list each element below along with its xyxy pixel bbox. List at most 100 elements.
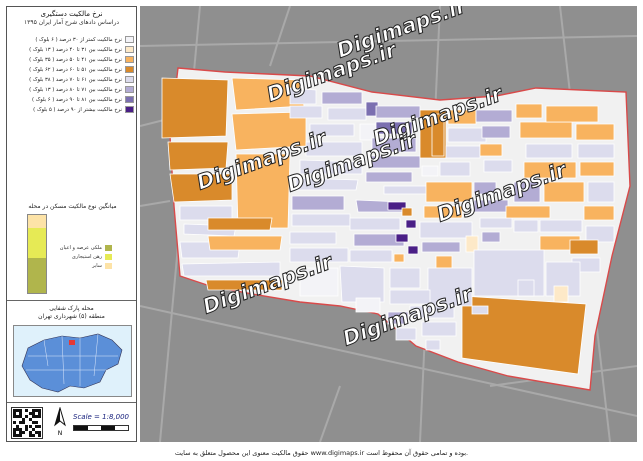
location-district: منطقه (۵) شهرداری تهران [38,313,105,320]
city-block [405,219,417,229]
legend-label: نرخ مالکیت بین ۴۱ تا ۵۰ درصد ( ۳۵ بلوک ) [29,56,122,63]
city-block [445,145,481,159]
legend-swatch [125,66,134,73]
north-arrow-icon: N [53,406,67,437]
legend-label: نرخ مالکیت بین ۷۱ تا ۸۰ درصد ( ۱۳ بلوک ) [29,86,122,93]
location-title: محله پارک شفایی منطقه (۵) شهرداری تهران [7,305,136,321]
location-name: محله پارک شفایی [49,305,94,312]
location-marker [69,340,75,345]
legend-label: نرخ مالکیت بین ۵۱ تا ۶۰ درصد ( ۶۲ بلوک ) [29,66,122,73]
city-block [407,245,419,255]
city-block [481,125,511,139]
city-block [393,253,405,263]
legend-item: نرخ مالکیت بیشتر از ۹۰ درصد ( ۵ بلوک ) [11,105,134,114]
city-block [291,213,351,227]
city-block [349,249,393,263]
location-inset-map [13,325,132,397]
legend-swatch [125,46,134,53]
chart-legend: ملکی عرصه و اعیان رهن استیجاری سایر [52,243,112,270]
city-block [583,205,615,221]
footer-copyright: حقوق مالکیت معنوی این محصول متعلق به سای… [174,449,469,457]
city-block [525,143,573,159]
legend-swatch [125,56,134,63]
city-block [519,121,573,139]
chart-legend-label: رهن استیجاری [71,253,102,260]
legend-item: نرخ مالکیت کمتر از ۳۰ درصد ( ۶ بلوک ) [11,35,134,44]
legend-swatch [125,36,134,43]
legend-swatch [125,86,134,93]
city-block [479,143,503,157]
city-block [289,231,337,245]
city-block [569,239,599,255]
city-block [401,207,413,217]
north-label: N [57,430,63,437]
legend-label: نرخ مالکیت بین ۳۱ تا ۴۰ درصد ( ۱۳ بلوک ) [29,46,122,53]
city-block [481,231,501,243]
legend-panel: نرخ مالکیت دستگیری دراساس دادهای شرح آما… [6,6,137,442]
chart-legend-label: ملکی عرصه و اعیان [59,244,102,251]
legend-item: نرخ مالکیت بین ۴۱ تا ۵۰ درصد ( ۳۵ بلوک ) [11,55,134,64]
city-block [577,143,615,159]
city-block [505,205,551,219]
divider [7,402,136,403]
city-block [207,235,283,251]
city-block [439,161,471,177]
city-block [421,241,461,253]
legend-label: نرخ مالکیت بیشتر از ۹۰ درصد ( ۵ بلوک ) [33,106,122,113]
city-block [545,105,599,123]
city-block [395,233,409,243]
city-block [553,285,569,303]
city-block [349,217,401,231]
city-block [587,181,615,203]
city-block [339,265,385,303]
city-block [321,91,363,105]
city-block [479,217,513,229]
legend-label: نرخ مالکیت بین ۶۱ تا ۷۰ درصد ( ۳۸ بلوک ) [29,76,122,83]
legend-swatch [125,96,134,103]
divider [7,300,136,301]
city-block [365,171,413,183]
chart-legend-swatch [105,253,112,260]
chart-title: میانگین نوع مالکیت مسکن در محله [28,203,117,210]
city-block [425,339,441,351]
city-block [517,279,535,297]
city-block [389,267,421,289]
city-block [161,77,229,139]
city-block [471,305,489,315]
city-block [289,105,323,119]
legend-title: نرخ مالکیت دستگیری [40,10,103,18]
city-block [579,161,615,177]
city-block [355,297,381,313]
city-block [513,219,539,233]
legend-item: نرخ مالکیت بین ۶۱ تا ۷۰ درصد ( ۳۸ بلوک ) [11,75,134,84]
scale-text: Scale = 1:8,000 [73,413,129,421]
qr-code [11,407,43,439]
city-block [575,123,615,141]
scale-bar [73,425,129,431]
city-block [327,107,367,121]
legend-item: نرخ مالکیت بین ۷۱ تا ۸۰ درصد ( ۱۳ بلوک ) [11,85,134,94]
main-map: Digimaps.ir Digimaps.ir Digimaps.ir Digimap… [140,6,637,442]
legend-swatch [125,76,134,83]
city-block [207,217,273,231]
legend-label: نرخ مالکیت کمتر از ۳۰ درصد ( ۶ بلوک ) [35,36,122,43]
bar-segment [28,228,46,258]
legend-subtitle: دراساس دادهای شرح آمار ایران ۱۳۹۵ [23,19,120,26]
city-block [421,321,457,337]
city-block [421,165,439,177]
chart-legend-item: سایر [52,261,112,270]
legend-label: نرخ مالکیت بین ۸۱ تا ۹۰ درصد ( ۶ بلوک ) [31,96,122,103]
city-block [515,103,543,119]
chart-legend-label: سایر [92,262,102,269]
chart-legend-item: ملکی عرصه و اعیان [52,243,112,252]
city-block [291,195,345,211]
legend-swatch [125,106,134,113]
city-block [383,185,431,195]
bar-segment [28,215,46,229]
legend-item: نرخ مالکیت بین ۸۱ تا ۹۰ درصد ( ۶ بلوک ) [11,95,134,104]
chart-legend-item: رهن استیجاری [52,252,112,261]
tenure-stacked-bar [27,214,47,294]
chart-legend-swatch [105,244,112,251]
chart-legend-swatch [105,262,112,269]
bar-segment [28,257,46,293]
